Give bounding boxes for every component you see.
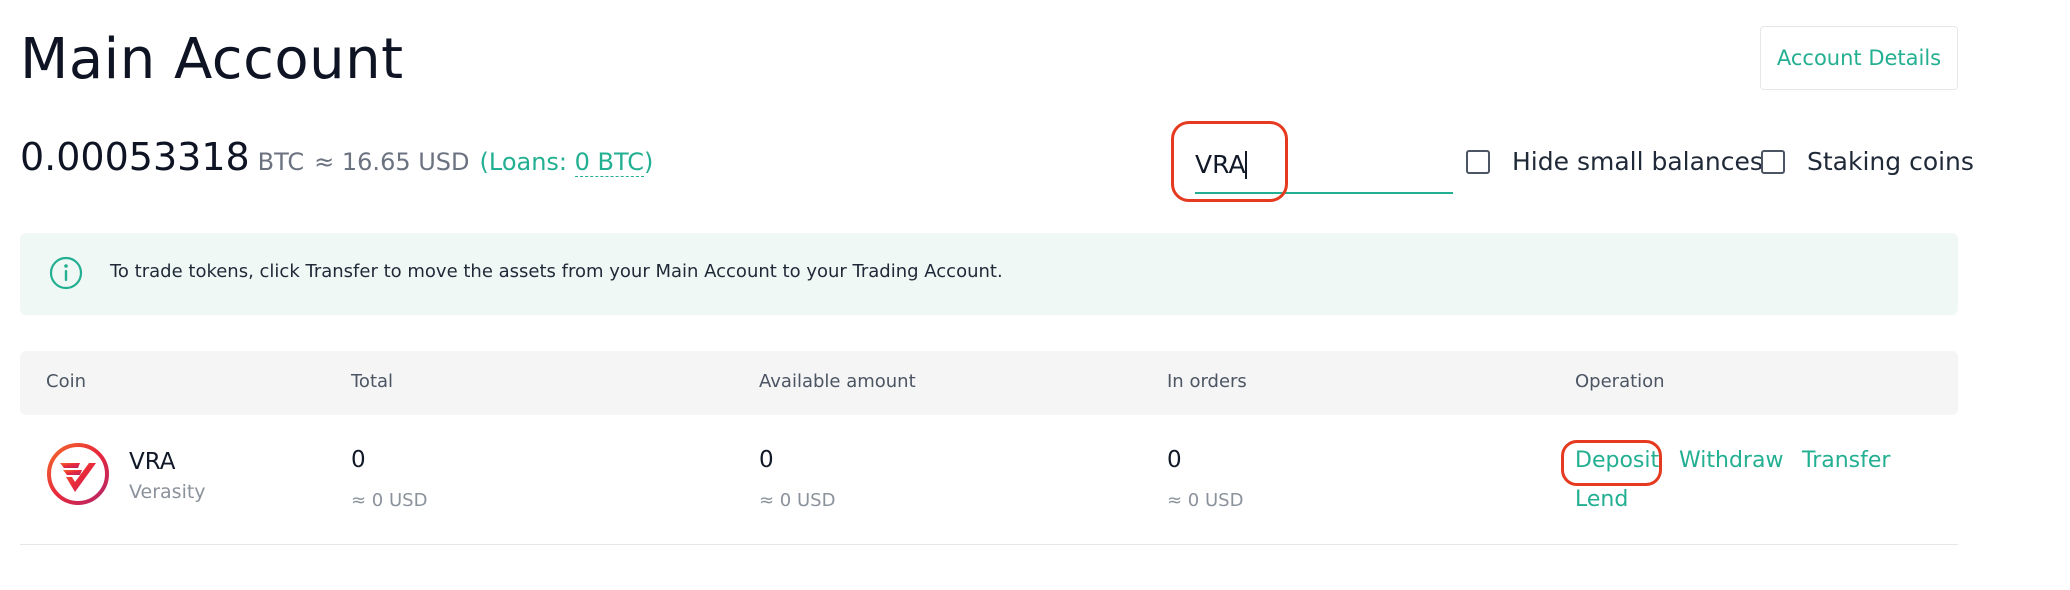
staking-coins-checkbox[interactable]: [1761, 149, 1785, 174]
hide-small-balances-toggle[interactable]: Hide small balances: [1466, 147, 1763, 176]
header-operation: Operation: [1575, 371, 1665, 392]
info-text: To trade tokens, click Transfer to move …: [110, 261, 1003, 282]
total-usd: ≈ 0 USD: [351, 490, 428, 511]
hide-small-balances-label[interactable]: Hide small balances: [1512, 147, 1763, 176]
total-value: 0: [351, 447, 366, 473]
loans-info: (Loans: 0 BTC): [479, 148, 654, 177]
assets-table-header: Coin Total Available amount In orders Op…: [20, 351, 1958, 415]
verasity-logo-icon: [47, 443, 109, 505]
header-in-orders: In orders: [1167, 371, 1247, 392]
header-available: Available amount: [759, 371, 916, 392]
lend-link[interactable]: Lend: [1575, 487, 1628, 512]
loans-suffix: ): [644, 148, 654, 176]
withdraw-link[interactable]: Withdraw: [1679, 448, 1783, 473]
info-circle-icon: [49, 256, 83, 290]
available-usd: ≈ 0 USD: [759, 490, 836, 511]
staking-coins-toggle[interactable]: Staking coins: [1761, 147, 1974, 176]
hide-small-balances-checkbox[interactable]: [1466, 149, 1490, 174]
page-title: Main Account: [20, 27, 404, 92]
balance-amount: 0.00053318: [20, 135, 250, 179]
search-highlight-annotation: [1171, 121, 1288, 202]
header-total: Total: [351, 371, 394, 392]
staking-coins-label[interactable]: Staking coins: [1807, 147, 1974, 176]
account-details-button[interactable]: Account Details: [1760, 26, 1958, 90]
header-coin: Coin: [46, 371, 86, 392]
coin-symbol: VRA: [129, 449, 176, 475]
transfer-link[interactable]: Transfer: [1802, 448, 1890, 473]
coin-name: Verasity: [129, 481, 206, 503]
available-value: 0: [759, 447, 774, 473]
loans-prefix: (Loans:: [479, 148, 575, 176]
balance-usd-approx: ≈ 16.65 USD: [314, 148, 470, 176]
in-orders-usd: ≈ 0 USD: [1167, 490, 1244, 511]
table-row: VRA Verasity 0 ≈ 0 USD 0 ≈ 0 USD 0 ≈ 0 U…: [20, 415, 1958, 545]
deposit-highlight-annotation: [1561, 440, 1662, 486]
loans-value-link[interactable]: 0 BTC: [574, 148, 645, 177]
info-banner: To trade tokens, click Transfer to move …: [20, 233, 1958, 315]
balance-summary: 0.00053318 BTC ≈ 16.65 USD (Loans: 0 BTC…: [20, 135, 653, 179]
balance-unit: BTC: [257, 148, 305, 176]
in-orders-value: 0: [1167, 447, 1182, 473]
main-account-page: Main Account Account Details 0.00053318 …: [0, 0, 2070, 590]
